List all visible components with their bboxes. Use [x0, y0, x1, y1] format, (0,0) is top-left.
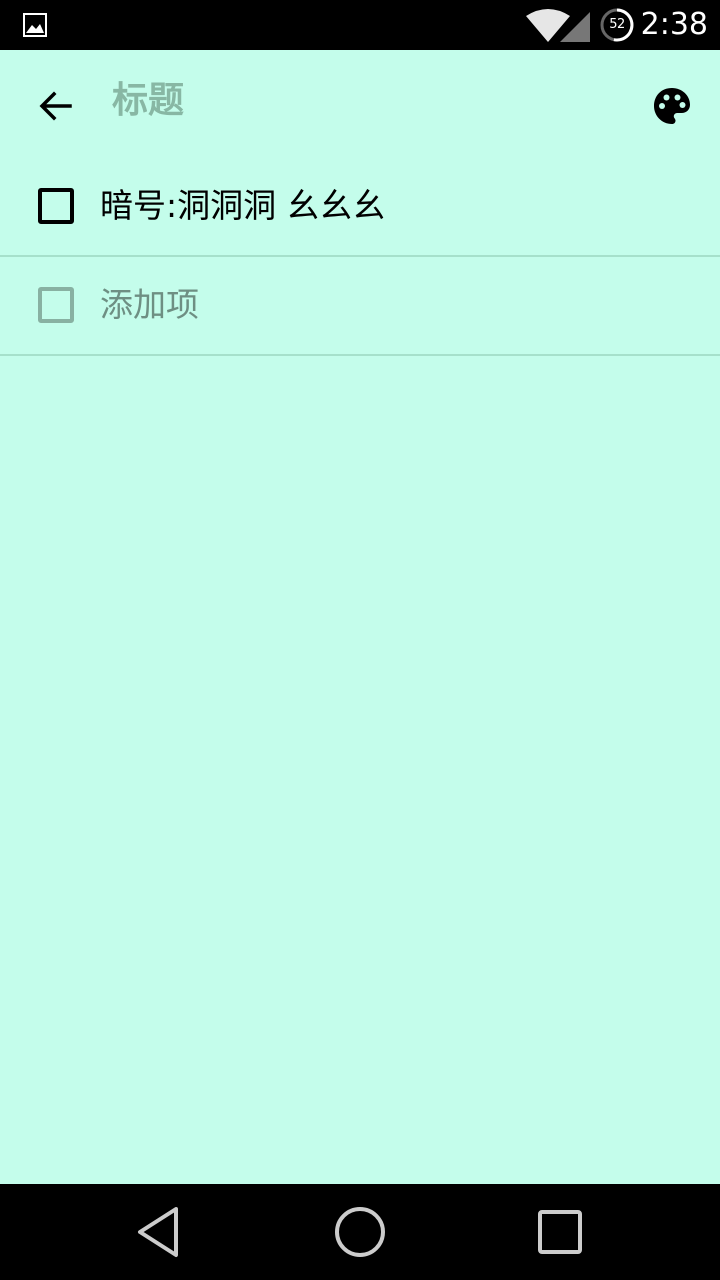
- list-item: 暗号:洞洞洞 幺幺幺: [0, 160, 720, 257]
- palette-icon: [654, 88, 690, 124]
- item-checkbox[interactable]: [38, 188, 74, 224]
- back-button[interactable]: [20, 70, 92, 142]
- nav-back-icon: [138, 1207, 178, 1257]
- palette-button[interactable]: [636, 70, 708, 142]
- gallery-icon: [23, 13, 47, 37]
- arrow-back-icon: [39, 91, 72, 121]
- item-text[interactable]: 暗号:洞洞洞 幺幺幺: [100, 182, 386, 230]
- add-item-label[interactable]: 添加项: [100, 281, 199, 329]
- nav-recent-button[interactable]: [528, 1200, 592, 1264]
- add-item-checkbox: [38, 287, 74, 323]
- app-bar: [0, 50, 720, 162]
- battery-level: 52: [609, 17, 625, 32]
- nav-bar: [0, 1184, 720, 1280]
- nav-home-button[interactable]: [328, 1200, 392, 1264]
- add-item-row[interactable]: 添加项: [0, 259, 720, 356]
- title-input[interactable]: [112, 72, 592, 128]
- nav-home-icon: [335, 1207, 385, 1257]
- status-bar: 52 2:38: [0, 0, 720, 50]
- nav-back-button[interactable]: [126, 1200, 190, 1264]
- nav-recent-icon: [538, 1210, 582, 1254]
- wifi-icon: [526, 9, 590, 42]
- status-time: 2:38: [640, 7, 708, 42]
